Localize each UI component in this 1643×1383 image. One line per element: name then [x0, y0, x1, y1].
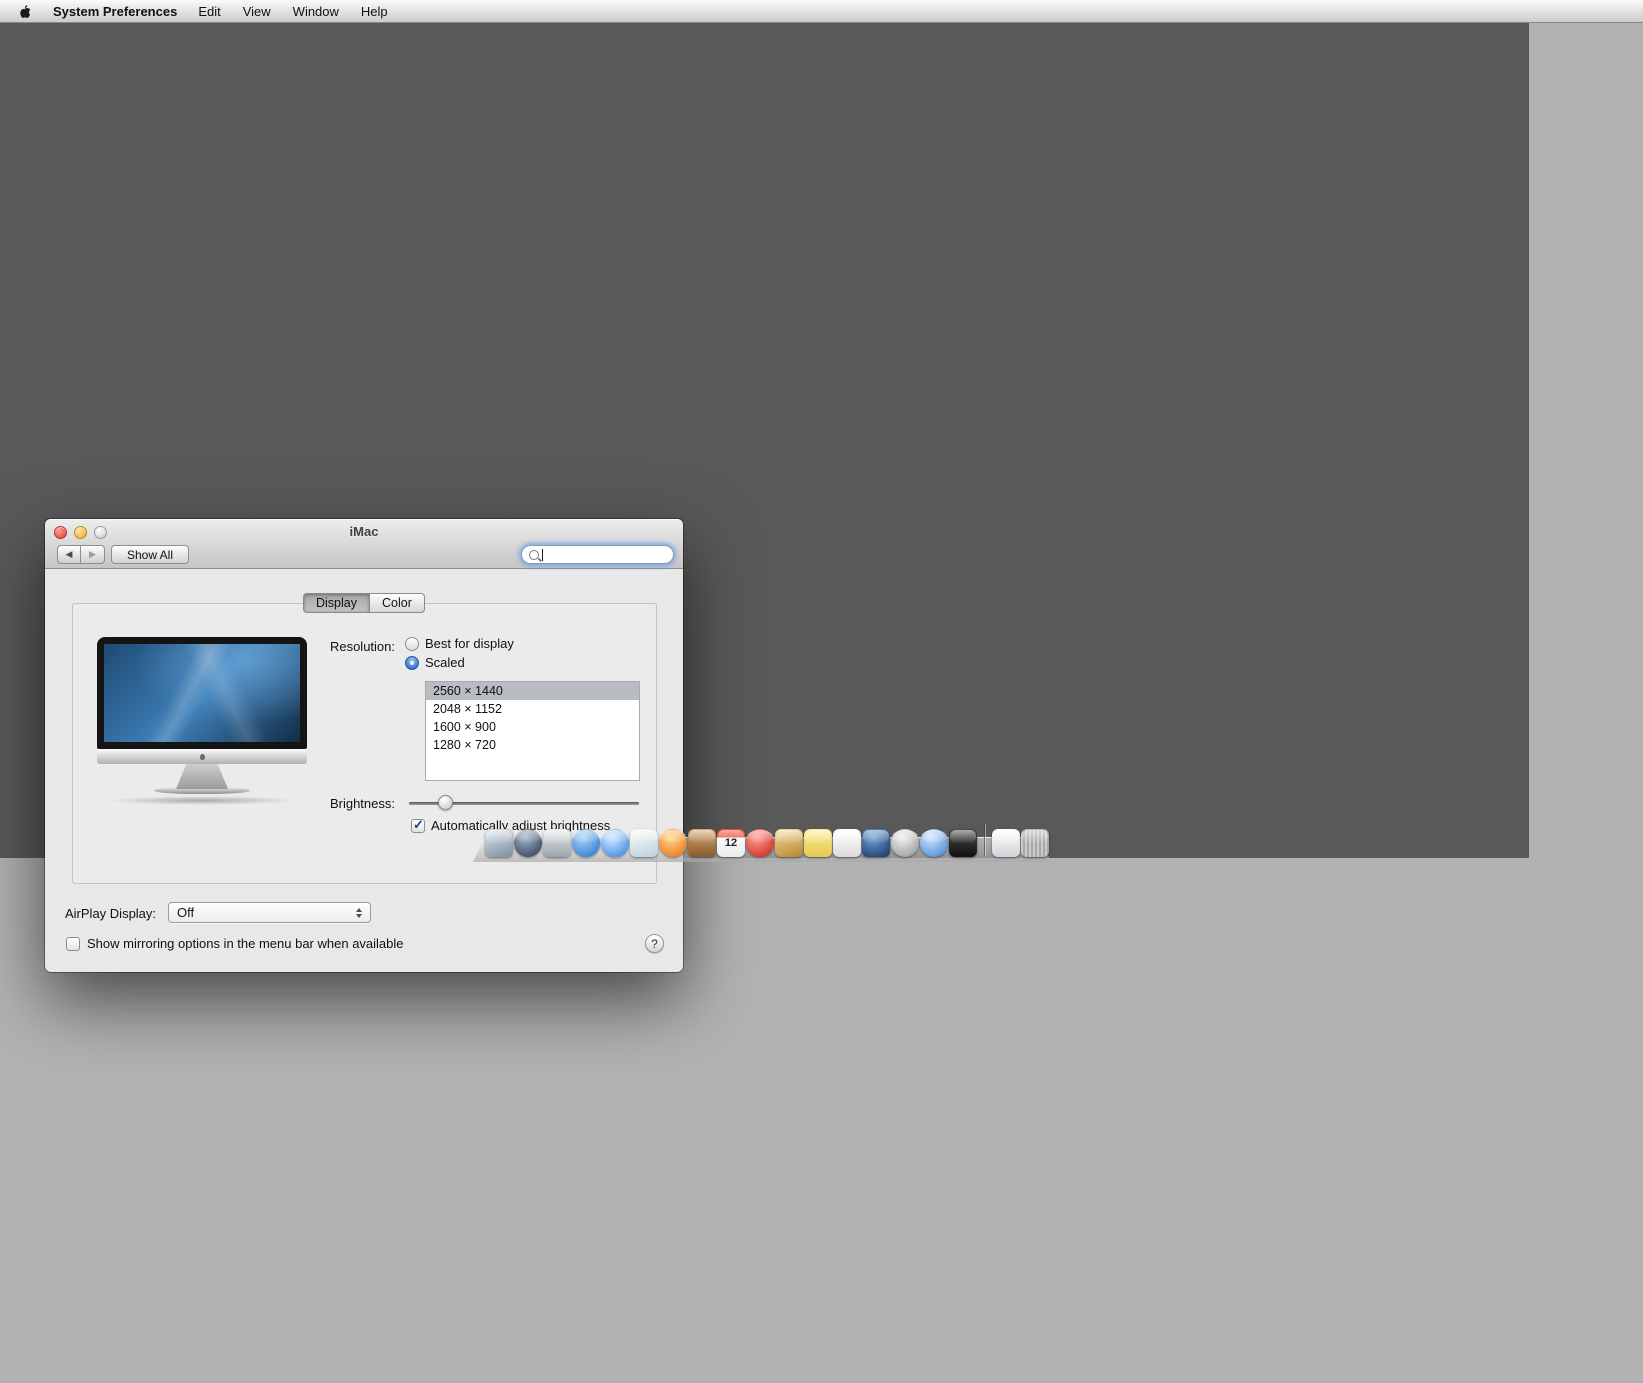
firefox-icon[interactable]	[659, 829, 687, 857]
imac-stand	[176, 764, 228, 789]
calendar-icon[interactable]: 12	[717, 829, 745, 857]
apple-icon	[20, 4, 31, 18]
tab-bar: Display Color	[303, 593, 425, 613]
text-caret	[542, 548, 543, 561]
trash-icon[interactable]	[1021, 829, 1049, 857]
system-preferences-window: iMac ◀ ▶ Show All Display Color Resoluti…	[45, 519, 683, 972]
tab-display[interactable]: Display	[303, 593, 370, 613]
resolution-row-selected[interactable]: 2560 × 1440	[426, 682, 639, 700]
show-all-button[interactable]: Show All	[111, 545, 189, 564]
safari-icon[interactable]	[601, 829, 629, 857]
preview-icon[interactable]	[630, 829, 658, 857]
menu-item-view[interactable]: View	[232, 4, 282, 19]
imac-shadow	[107, 796, 297, 805]
dock-icons: 12	[485, 824, 1049, 857]
menu-item-window[interactable]: Window	[282, 4, 350, 19]
radio-scaled[interactable]: Scaled	[405, 655, 465, 670]
launchpad-icon[interactable]	[514, 829, 542, 857]
resolution-row[interactable]: 1280 × 720	[426, 736, 639, 754]
help-button[interactable]: ?	[645, 934, 664, 953]
calendar-day-number: 12	[724, 837, 738, 849]
apple-menu[interactable]	[18, 4, 31, 19]
gold-app-icon[interactable]	[775, 829, 803, 857]
airplay-display-dropdown[interactable]: Off	[168, 902, 371, 923]
radio-icon-unselected[interactable]	[405, 636, 419, 651]
dock: 12	[473, 816, 1051, 862]
contacts-icon[interactable]	[688, 829, 716, 857]
nav-buttons: ◀ ▶	[57, 545, 105, 564]
slider-thumb[interactable]	[438, 795, 453, 810]
red-app-icon[interactable]	[746, 829, 774, 857]
reminders-icon[interactable]	[833, 829, 861, 857]
resolution-row[interactable]: 1600 × 900	[426, 718, 639, 736]
mission-control-icon[interactable]	[543, 829, 571, 857]
notes-icon[interactable]	[804, 829, 832, 857]
window-title: iMac	[349, 524, 379, 539]
radio-scaled-label: Scaled	[425, 655, 465, 670]
checkbox-checked-icon[interactable]	[411, 817, 425, 833]
radio-icon-selected[interactable]	[405, 655, 419, 670]
displays-icon[interactable]	[485, 829, 513, 857]
radio-best-label: Best for display	[425, 636, 514, 651]
silver-app-icon[interactable]	[891, 829, 919, 857]
airplay-display-label: AirPlay Display:	[65, 906, 157, 921]
dropdown-stepper-icon	[352, 906, 365, 920]
dock-divider	[984, 824, 985, 856]
checkbox-unchecked-icon[interactable]	[66, 936, 80, 951]
mirroring-checkbox-row[interactable]: Show mirroring options in the menu bar w…	[66, 936, 404, 951]
apple-logo-small	[199, 753, 205, 760]
menu-item-edit[interactable]: Edit	[187, 4, 231, 19]
mirroring-label: Show mirroring options in the menu bar w…	[87, 936, 404, 951]
resolution-row[interactable]: 2048 × 1152	[426, 700, 639, 718]
search-input[interactable]	[521, 545, 674, 564]
window-chrome[interactable]: iMac ◀ ▶ Show All	[45, 519, 683, 569]
tab-color[interactable]: Color	[370, 593, 425, 613]
imac-screen	[97, 637, 307, 749]
app-store-icon[interactable]	[572, 829, 600, 857]
photo-booth-icon[interactable]	[862, 829, 890, 857]
imac-illustration	[97, 637, 307, 805]
search-icon	[529, 549, 539, 560]
brightness-slider[interactable]	[409, 795, 639, 811]
imac-wallpaper	[104, 644, 300, 742]
radio-best-for-display[interactable]: Best for display	[405, 636, 514, 651]
airplay-selected-value: Off	[177, 905, 195, 920]
menu-item-help[interactable]: Help	[350, 4, 399, 19]
menu-app-name[interactable]: System Preferences	[43, 4, 187, 19]
documents-stack-icon[interactable]	[992, 829, 1020, 857]
menu-bar: System Preferences Edit View Window Help	[0, 0, 1643, 23]
forward-button[interactable]: ▶	[81, 545, 105, 564]
back-button[interactable]: ◀	[57, 545, 81, 564]
itunes-icon[interactable]	[920, 829, 948, 857]
imac-chin	[97, 749, 307, 764]
terminal-icon[interactable]	[949, 829, 977, 857]
resolution-list[interactable]: 2560 × 1440 2048 × 1152 1600 × 900 1280 …	[425, 681, 640, 781]
